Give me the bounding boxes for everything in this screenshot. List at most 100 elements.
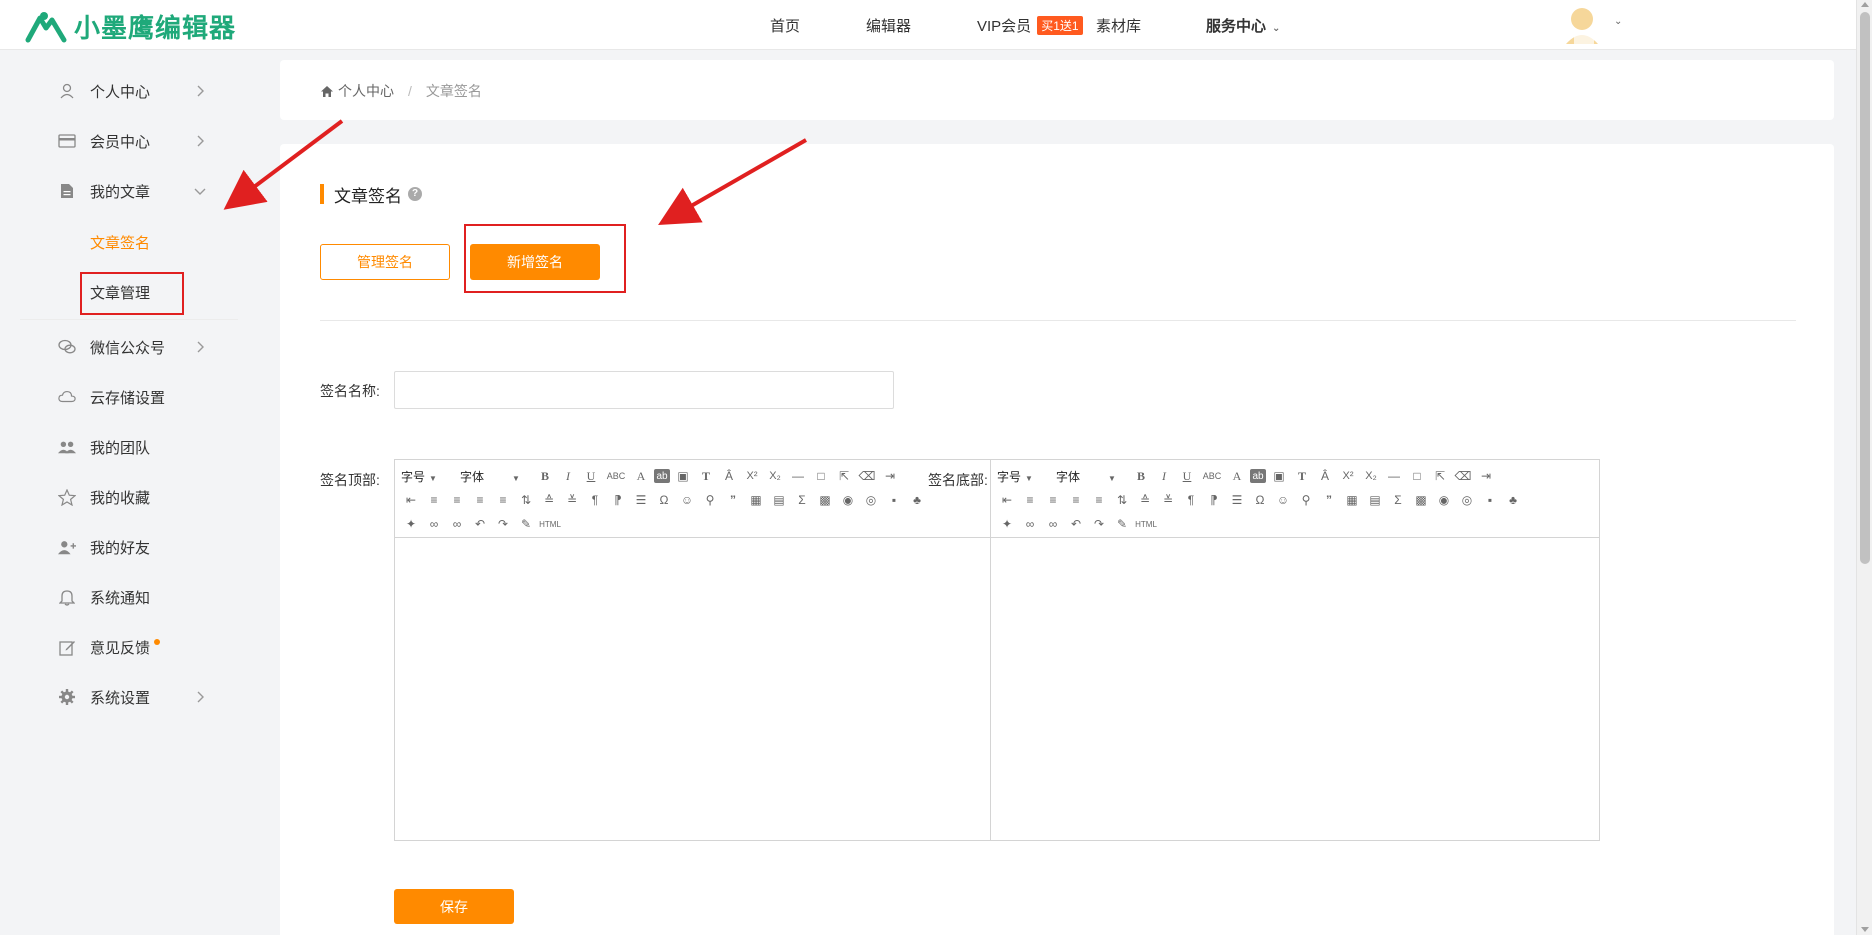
sidebar-item-personal[interactable]: 个人中心: [58, 76, 218, 106]
underline-icon[interactable]: U: [1177, 466, 1197, 486]
formula-icon[interactable]: Σ: [792, 490, 812, 510]
align-right-icon[interactable]: ≡: [1066, 490, 1086, 510]
highlight-color-icon[interactable]: ab: [654, 469, 670, 483]
page-scrollbar[interactable]: [1856, 0, 1872, 935]
map-icon[interactable]: ◎: [861, 490, 881, 510]
user-avatar[interactable]: [1560, 4, 1604, 46]
italic-icon[interactable]: I: [558, 466, 578, 486]
template-icon[interactable]: ✎: [1112, 514, 1132, 534]
outdent-icon[interactable]: ⇤: [997, 490, 1017, 510]
sidebar-item-friends[interactable]: 我的好友: [58, 532, 218, 562]
sidebar-subitem-article-sign[interactable]: 文章签名: [90, 232, 150, 253]
font-family-select[interactable]: 字体 ▼: [1056, 468, 1122, 485]
align-justify-icon[interactable]: ≡: [1089, 490, 1109, 510]
align-justify-icon[interactable]: ≡: [493, 490, 513, 510]
font-size-select[interactable]: 字号 ▼: [997, 468, 1047, 485]
paragraph-spacing-top-icon[interactable]: ≙: [539, 490, 559, 510]
align-center-icon[interactable]: ≡: [447, 490, 467, 510]
font-size-select[interactable]: 字号 ▼: [401, 468, 451, 485]
scroll-down-arrow-icon[interactable]: [1861, 927, 1869, 932]
multi-image-icon[interactable]: ▩: [1411, 490, 1431, 510]
nav-vip[interactable]: VIP会员 买1送1: [977, 15, 1083, 36]
paragraph-spacing-bottom-icon[interactable]: ≚: [562, 490, 582, 510]
nav-materials[interactable]: 素材库: [1096, 15, 1141, 36]
format-brush-icon[interactable]: ♣: [1503, 490, 1523, 510]
bold-icon[interactable]: B: [1131, 466, 1151, 486]
rtl-icon[interactable]: ¶: [585, 490, 605, 510]
search-icon[interactable]: ⚲: [700, 490, 720, 510]
signature-bottom-editor[interactable]: 字号 ▼ 字体 ▼ B I U ABC A ab ▣ T Â X² X₂ — □ …: [990, 459, 1600, 841]
horizontal-rule-icon[interactable]: —: [788, 466, 808, 486]
strikethrough-icon[interactable]: ABC: [604, 466, 628, 486]
table-icon[interactable]: ▦: [746, 490, 766, 510]
help-icon[interactable]: ?: [408, 187, 422, 201]
image-icon[interactable]: ▤: [1365, 490, 1385, 510]
sidebar-subitem-article-manage[interactable]: 文章管理: [90, 282, 150, 303]
blank-page-icon[interactable]: □: [1407, 466, 1427, 486]
bold-icon[interactable]: B: [535, 466, 555, 486]
subscript-icon[interactable]: X₂: [1361, 466, 1381, 486]
paragraph-spacing-bottom-icon[interactable]: ≚: [1158, 490, 1178, 510]
logo[interactable]: 小墨鹰编辑器: [24, 8, 236, 45]
font-color-icon[interactable]: A: [1227, 466, 1247, 486]
breadcrumb-root[interactable]: 个人中心: [338, 81, 394, 101]
emoji-icon[interactable]: ☺: [677, 490, 697, 510]
sidebar-item-settings[interactable]: 系统设置: [58, 682, 218, 712]
rtl-icon[interactable]: ¶: [1181, 490, 1201, 510]
special-char-icon[interactable]: Ω: [1250, 490, 1270, 510]
magic-wand-icon[interactable]: ✦: [401, 514, 421, 534]
video-icon[interactable]: ▪: [1480, 490, 1500, 510]
save-button[interactable]: 保存: [394, 889, 514, 924]
strikethrough-icon[interactable]: ABC: [1200, 466, 1224, 486]
subscript-icon[interactable]: X₂: [765, 466, 785, 486]
html-source-icon[interactable]: HTML: [1135, 514, 1157, 534]
paste-icon[interactable]: ⇱: [834, 466, 854, 486]
link-icon[interactable]: ∞: [424, 514, 444, 534]
nav-home[interactable]: 首页: [770, 15, 800, 36]
map-icon[interactable]: ◎: [1457, 490, 1477, 510]
format-brush-icon[interactable]: ♣: [907, 490, 927, 510]
sidebar-item-favorites[interactable]: 我的收藏: [58, 482, 218, 512]
table-icon[interactable]: ▦: [1342, 490, 1362, 510]
palette-icon[interactable]: ◉: [1434, 490, 1454, 510]
align-left-icon[interactable]: ≡: [424, 490, 444, 510]
superscript-icon[interactable]: X²: [1338, 466, 1358, 486]
unlink-icon[interactable]: ∞: [1043, 514, 1063, 534]
ltr-icon[interactable]: ⁋: [1204, 490, 1224, 510]
align-left-icon[interactable]: ≡: [1020, 490, 1040, 510]
scroll-up-arrow-icon[interactable]: [1861, 2, 1869, 7]
paragraph-spacing-top-icon[interactable]: ≙: [1135, 490, 1155, 510]
superscript-icon[interactable]: X²: [742, 466, 762, 486]
eraser-icon[interactable]: ⌫: [857, 466, 877, 486]
unlink-icon[interactable]: ∞: [447, 514, 467, 534]
letter-spacing-icon[interactable]: Â: [719, 466, 739, 486]
nav-service[interactable]: 服务中心 ⌄: [1206, 15, 1280, 36]
line-height-icon[interactable]: ⇅: [516, 490, 536, 510]
manage-signature-button[interactable]: 管理签名: [320, 244, 450, 280]
underline-icon[interactable]: U: [581, 466, 601, 486]
quote-icon[interactable]: ”: [723, 490, 743, 510]
sidebar-item-notices[interactable]: 系统通知: [58, 582, 218, 612]
text-box-icon[interactable]: ▣: [673, 466, 693, 486]
font-color-icon[interactable]: A: [631, 466, 651, 486]
html-source-icon[interactable]: HTML: [539, 514, 561, 534]
emoji-icon[interactable]: ☺: [1273, 490, 1293, 510]
template-icon[interactable]: ✎: [516, 514, 536, 534]
add-signature-button[interactable]: 新增签名: [470, 244, 600, 280]
redo-icon[interactable]: ↷: [1089, 514, 1109, 534]
quote-icon[interactable]: ”: [1319, 490, 1339, 510]
undo-icon[interactable]: ↶: [470, 514, 490, 534]
text-style-icon[interactable]: T: [696, 466, 716, 486]
undo-icon[interactable]: ↶: [1066, 514, 1086, 534]
italic-icon[interactable]: I: [1154, 466, 1174, 486]
sidebar-item-articles[interactable]: 我的文章: [58, 176, 218, 206]
sidebar-item-cloud[interactable]: 云存储设置: [58, 382, 218, 412]
text-box-icon[interactable]: ▣: [1269, 466, 1289, 486]
ltr-icon[interactable]: ⁋: [608, 490, 628, 510]
scroll-thumb[interactable]: [1860, 12, 1870, 564]
sidebar-item-wechat[interactable]: 微信公众号: [58, 332, 218, 362]
video-icon[interactable]: ▪: [884, 490, 904, 510]
blank-page-icon[interactable]: □: [811, 466, 831, 486]
magic-wand-icon[interactable]: ✦: [997, 514, 1017, 534]
indent-icon[interactable]: ⇥: [1476, 466, 1496, 486]
